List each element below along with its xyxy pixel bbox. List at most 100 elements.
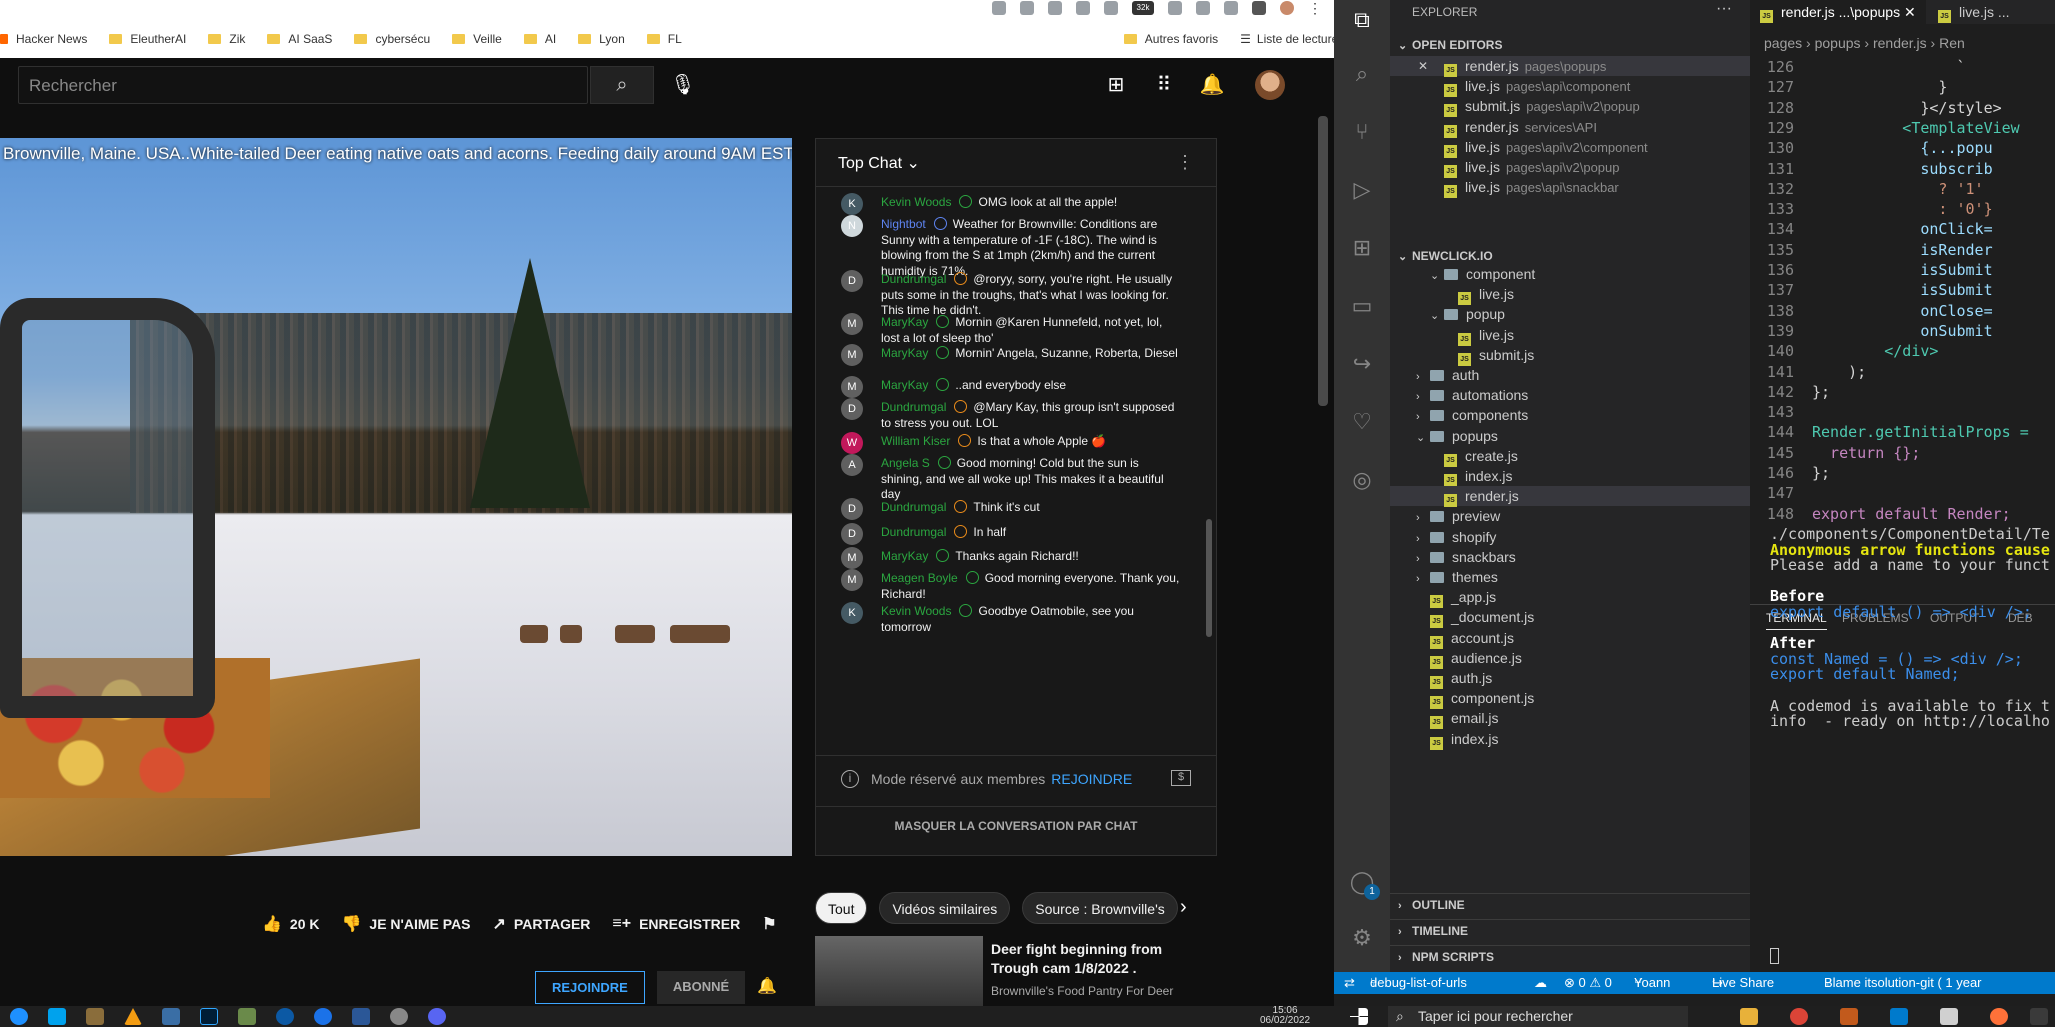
tab-live-js[interactable]: JS live.js ... <box>1928 0 2020 24</box>
like-button[interactable]: 👍 20 K <box>262 914 320 934</box>
notification-bell-icon[interactable]: 🔔 <box>757 971 777 1004</box>
live-share-icon[interactable]: ↪ <box>1348 350 1376 378</box>
related-video-channel[interactable]: Brownville's Food Pantry For Deer <box>991 984 1191 998</box>
firefox-icon[interactable] <box>1990 1008 2008 1025</box>
file-tree-folder[interactable]: › snackbars <box>1390 547 1750 567</box>
open-editor-item[interactable]: JS live.js pages\api\component <box>1390 76 1750 98</box>
discord-icon[interactable] <box>428 1008 446 1025</box>
chrome-icon[interactable] <box>1790 1008 1808 1025</box>
explorer-icon[interactable]: ⧉ <box>1348 6 1376 34</box>
chat-author[interactable]: Dundrumgal <box>881 500 946 514</box>
app-icon[interactable] <box>390 1008 408 1025</box>
bookmark-folder[interactable]: EleutherAI <box>109 32 186 46</box>
file-tree-file[interactable]: JS account.js <box>1390 628 1750 649</box>
chat-author[interactable]: MaryKay <box>881 346 928 360</box>
edge-icon[interactable] <box>276 1008 294 1025</box>
app-icon[interactable] <box>352 1008 370 1025</box>
open-editors-section[interactable]: ⌄ OPEN EDITORS <box>1390 34 1750 56</box>
bookmark-folder[interactable]: AI SaaS <box>267 32 332 46</box>
chat-author[interactable]: William Kiser <box>881 434 950 448</box>
avatar[interactable]: W <box>841 432 863 454</box>
bookmark-folder[interactable]: Lyon <box>578 32 625 46</box>
open-editor-item[interactable]: ✕ JS render.js pages\popups <box>1390 56 1750 77</box>
report-button[interactable]: ⚑ <box>762 914 776 934</box>
open-editor-item[interactable]: JS live.js pages\api\snackbar <box>1390 177 1750 199</box>
file-tree-folder[interactable]: › preview <box>1390 506 1750 526</box>
avatar[interactable]: N <box>841 215 863 237</box>
search-input[interactable]: Rechercher <box>18 66 588 104</box>
open-editor-item[interactable]: JS render.js services\API <box>1390 117 1750 138</box>
settings-gear-icon[interactable]: ⚙ <box>1348 924 1376 952</box>
notifications-bell-icon[interactable]: 🔔 <box>1199 72 1225 98</box>
star-icon[interactable] <box>1048 1 1062 15</box>
chat-author[interactable]: Kevin Woods <box>881 604 951 618</box>
file-tree-folder[interactable]: › auth <box>1390 365 1750 385</box>
bookmark-folder[interactable]: FL <box>646 32 682 46</box>
menu-icon[interactable]: ⋮ <box>1308 0 1322 17</box>
search-icon[interactable]: ⌕ <box>1348 60 1376 88</box>
avatar[interactable]: D <box>841 498 863 520</box>
remote-icon[interactable]: ⇄ <box>1344 972 1355 994</box>
avatar[interactable] <box>1255 70 1285 100</box>
file-explorer-icon[interactable] <box>1740 1008 1758 1025</box>
hide-chat-button[interactable]: MASQUER LA CONVERSATION PAR CHAT <box>816 806 1216 833</box>
search-button[interactable]: ⌕ <box>590 66 654 104</box>
open-editor-item[interactable]: JS live.js pages\api\v2\component <box>1390 137 1750 158</box>
more-actions-icon[interactable]: ··· <box>1716 0 1732 18</box>
close-icon[interactable]: ✕ <box>1904 4 1916 20</box>
outline-section[interactable]: › OUTLINE <box>1390 893 1750 915</box>
extensions-icon[interactable]: ⊞ <box>1348 234 1376 262</box>
chat-scrollbar[interactable] <box>1206 519 1212 637</box>
file-tree-file[interactable]: JS live.js <box>1390 284 1750 306</box>
timeline-section[interactable]: › TIMELINE <box>1390 919 1750 941</box>
problems-status[interactable]: ⊗ 0 ⚠ 0 <box>1564 972 1612 994</box>
run-debug-icon[interactable]: ▷ <box>1348 176 1376 204</box>
avatar[interactable]: D <box>841 398 863 420</box>
microphone-icon[interactable]: 🎙 <box>668 70 698 100</box>
vim-icon[interactable] <box>162 1008 180 1025</box>
open-editor-item[interactable]: JS live.js pages\api\v2\popup <box>1390 157 1750 178</box>
video-player[interactable]: Brownville, Maine. USA..White-tailed Dee… <box>0 138 792 856</box>
avatar[interactable]: A <box>841 454 863 476</box>
file-tree-file[interactable]: JS _app.js <box>1390 587 1750 609</box>
bookmark-other[interactable]: Autres favoris <box>1123 32 1218 46</box>
file-tree-folder[interactable]: ⌄ component <box>1390 264 1750 284</box>
profile-icon[interactable] <box>1280 1 1294 15</box>
file-tree-file[interactable]: JS email.js <box>1390 708 1750 730</box>
heart-icon[interactable]: ♡ <box>1348 408 1376 436</box>
file-tree-file[interactable]: JS submit.js <box>1390 345 1750 366</box>
steam-icon[interactable] <box>10 1008 28 1025</box>
avatar[interactable]: M <box>841 547 863 569</box>
chat-author[interactable]: Meagen Boyle <box>881 571 958 585</box>
bookmark-folder[interactable]: cybersécu <box>354 32 430 46</box>
reading-list[interactable]: ☰ Liste de lecture <box>1240 32 1338 46</box>
more-options-icon[interactable]: ⋮ <box>1176 152 1194 173</box>
subscribed-button[interactable]: ABONNÉ <box>656 971 746 1004</box>
circle-extension-icon[interactable] <box>1196 1 1210 15</box>
puzzle-icon[interactable] <box>1252 1 1266 15</box>
vscode-icon[interactable] <box>1890 1008 1908 1025</box>
gitlens-icon[interactable]: ◎ <box>1348 466 1376 494</box>
photoshop-icon[interactable] <box>200 1008 218 1025</box>
file-tree-file[interactable]: JS index.js <box>1390 729 1750 750</box>
file-tree-file[interactable]: JS _document.js <box>1390 607 1750 629</box>
chat-author[interactable]: Dundrumgal <box>881 272 946 286</box>
chat-author[interactable]: Angela S <box>881 456 930 470</box>
share-icon[interactable] <box>1020 1 1034 15</box>
create-video-icon[interactable]: ⊞ <box>1103 72 1129 98</box>
source-control-icon[interactable]: ⑂ <box>1348 118 1376 146</box>
chevron-right-icon[interactable]: › <box>1180 896 1187 919</box>
related-video-title[interactable]: Deer fight beginning from Trough cam 1/8… <box>991 940 1191 978</box>
file-tree-file[interactable]: JS component.js <box>1390 688 1750 710</box>
file-tree-folder[interactable]: › automations <box>1390 385 1750 405</box>
bookmark-hacker-news[interactable]: Hacker News <box>0 32 87 46</box>
join-button[interactable]: REJOINDRE <box>535 971 645 1004</box>
download-icon[interactable] <box>992 1 1006 15</box>
file-tree-file[interactable]: JS live.js <box>1390 325 1750 346</box>
avatar[interactable]: M <box>841 313 863 335</box>
page-scrollbar[interactable] <box>1318 116 1328 406</box>
app-icon[interactable] <box>1940 1008 1958 1025</box>
file-tree-file[interactable]: JS auth.js <box>1390 668 1750 689</box>
top-chat-dropdown[interactable]: Top Chat ⌄ <box>838 153 920 173</box>
vlc-icon[interactable] <box>124 1008 142 1025</box>
